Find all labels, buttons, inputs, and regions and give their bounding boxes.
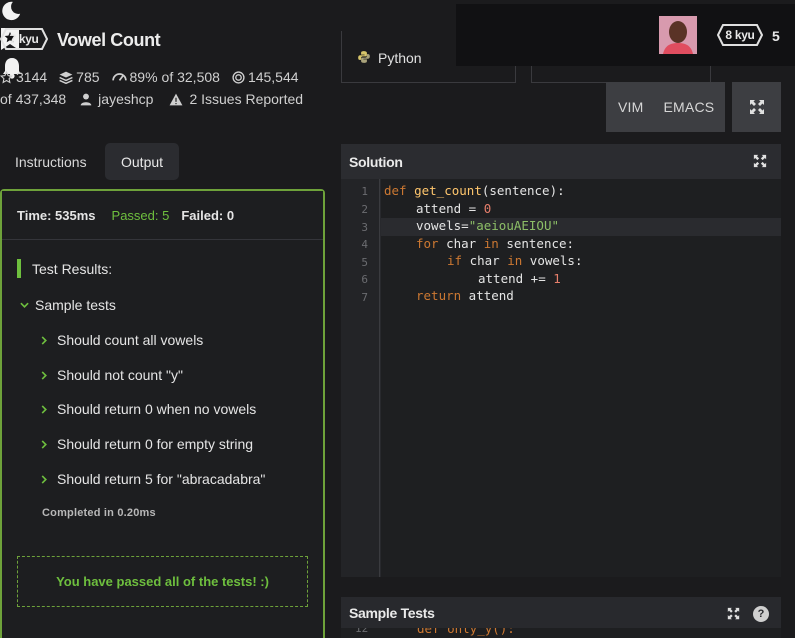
issues-link[interactable]: 2 Issues Reported bbox=[189, 91, 303, 107]
kata-stats-row: 3144 785 89% of 32,508 145,544 bbox=[0, 69, 299, 85]
line-number: 5 bbox=[361, 256, 368, 269]
test-results-heading: Test Results: bbox=[17, 259, 112, 278]
vim-mode-button[interactable]: VIM bbox=[618, 99, 644, 115]
stars-count: 3144 bbox=[16, 69, 48, 85]
tab-output[interactable]: Output bbox=[105, 143, 180, 180]
expand-icon[interactable] bbox=[727, 607, 740, 625]
warning-icon bbox=[169, 93, 183, 106]
star-icon[interactable] bbox=[0, 70, 13, 84]
sample-tests-group[interactable]: Sample tests bbox=[19, 297, 116, 313]
sample-tests-title: Sample Tests bbox=[349, 604, 435, 621]
tab-instructions[interactable]: Instructions bbox=[15, 143, 87, 180]
user-icon bbox=[80, 93, 92, 106]
chevron-right-icon bbox=[38, 335, 50, 345]
code-line: attend = 0 bbox=[416, 201, 492, 216]
output-summary: Time: 535ms Passed: 5 Failed: 0 bbox=[2, 191, 323, 240]
solution-header: Solution bbox=[341, 144, 781, 179]
kata-rank-badge: 7 kyu bbox=[0, 28, 48, 50]
code-line: if char in vowels: bbox=[447, 253, 583, 268]
solution-panel: Solution bbox=[341, 144, 781, 577]
completed-time: Completed in 0.20ms bbox=[42, 507, 156, 519]
code-line: vowels="aeiouAEIOU" bbox=[416, 218, 559, 233]
line-number: 12 bbox=[355, 628, 369, 635]
collections-count: 785 bbox=[76, 69, 100, 85]
satisfaction-icon bbox=[111, 72, 127, 83]
failed-count: Failed: 0 bbox=[181, 207, 235, 223]
completed-count: 145,544 bbox=[247, 69, 299, 85]
sample-tests-panel: Sample Tests ? 12 def only_y(): bbox=[341, 597, 781, 638]
line-number: 3 bbox=[361, 221, 368, 234]
kata-title[interactable]: Vowel Count bbox=[57, 30, 161, 51]
chevron-right-icon bbox=[38, 439, 50, 449]
fullscreen-button[interactable] bbox=[732, 82, 781, 132]
expand-icon[interactable] bbox=[753, 154, 767, 171]
sample-tests-editor[interactable]: 12 def only_y(): bbox=[341, 628, 781, 638]
line-number: 1 bbox=[361, 185, 368, 198]
line-number: 6 bbox=[361, 273, 368, 286]
chevron-right-icon bbox=[38, 370, 50, 380]
sample-tests-header: Sample Tests bbox=[341, 597, 781, 628]
user-honor: 5 bbox=[772, 28, 780, 44]
emacs-mode-button[interactable]: EMACS bbox=[664, 99, 715, 115]
collections-icon bbox=[59, 71, 73, 84]
user-rank-badge[interactable]: 8 kyu bbox=[717, 24, 763, 46]
python-icon bbox=[357, 50, 371, 69]
code-line: def get_count(sentence): bbox=[384, 183, 565, 198]
passed-count: Passed: 5 bbox=[111, 207, 170, 223]
run-time: Time: 535ms bbox=[17, 207, 96, 223]
solution-title: Solution bbox=[349, 153, 403, 170]
test-item[interactable]: Should return 0 when no vowels bbox=[38, 401, 256, 417]
satisfaction-votes: of 32,508 bbox=[161, 69, 220, 85]
language-label[interactable]: Python bbox=[378, 50, 422, 66]
test-item[interactable]: Should count all vowels bbox=[38, 332, 203, 348]
user-avatar[interactable] bbox=[659, 16, 697, 54]
test-item[interactable]: Should not count "y" bbox=[38, 367, 183, 383]
chevron-right-icon bbox=[38, 404, 50, 414]
output-panel: Time: 535ms Passed: 5 Failed: 0 Test Res… bbox=[0, 189, 325, 638]
code-line: return attend bbox=[416, 288, 514, 303]
line-number: 2 bbox=[361, 203, 368, 216]
passed-all-message: You have passed all of the tests! :) bbox=[17, 556, 308, 607]
code-line: attend += 1 bbox=[478, 271, 561, 286]
line-number: 4 bbox=[361, 238, 368, 251]
satisfaction-rating: 89% bbox=[129, 69, 158, 85]
test-item[interactable]: Should return 0 for empty string bbox=[38, 436, 253, 452]
expand-icon bbox=[749, 100, 764, 114]
completed-icon bbox=[232, 70, 245, 84]
code-line: def only_y(): bbox=[417, 628, 515, 636]
attempts-count: of 437,348 bbox=[0, 91, 67, 107]
chevron-right-icon bbox=[38, 474, 50, 484]
editor-mode-group: VIM EMACS bbox=[606, 82, 725, 132]
kata-stats-row-2: of 437,348 jayeshcp 2 Issues Reported bbox=[0, 91, 303, 107]
help-icon[interactable]: ? bbox=[753, 606, 769, 622]
author-link[interactable]: jayeshcp bbox=[98, 91, 153, 107]
results-accent-bar bbox=[17, 259, 21, 278]
line-number: 7 bbox=[361, 291, 368, 304]
test-item[interactable]: Should return 5 for "abracadabra" bbox=[38, 471, 265, 487]
chevron-down-icon bbox=[19, 302, 29, 308]
code-line: for char in sentence: bbox=[416, 236, 575, 251]
